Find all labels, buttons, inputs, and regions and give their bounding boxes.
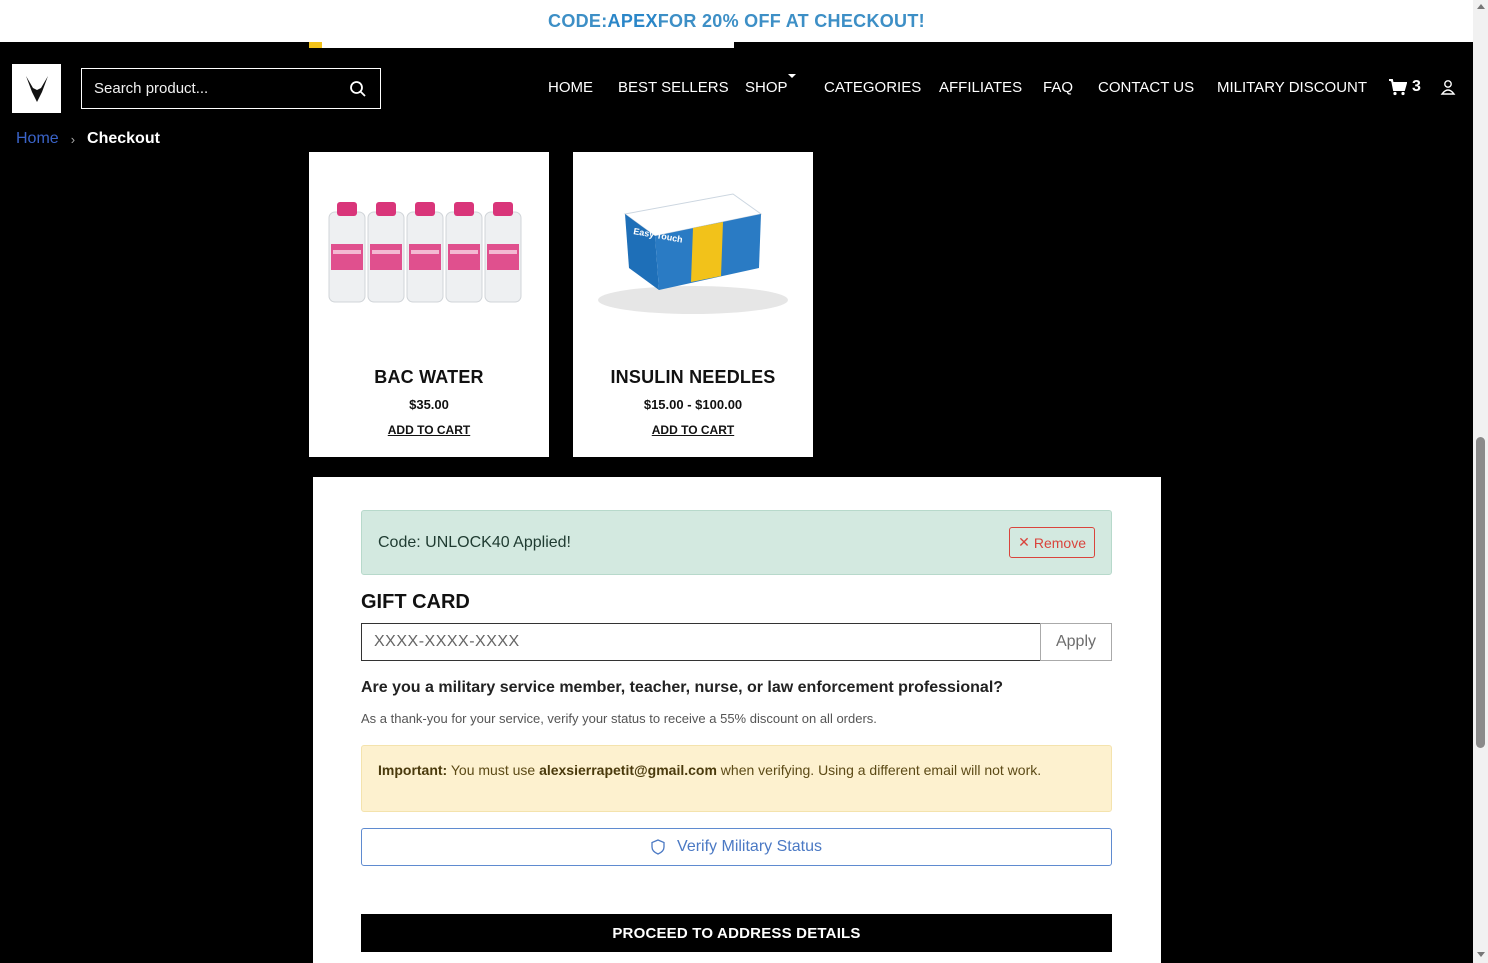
search-box[interactable]: Search product... — [81, 68, 381, 109]
page-scrollbar[interactable] — [1473, 0, 1488, 963]
gift-card-title: GIFT CARD — [361, 591, 470, 613]
remove-coupon-button[interactable]: ✕ Remove — [1009, 527, 1095, 558]
search-input[interactable]: Search product... — [94, 80, 348, 97]
gift-card-row: Apply — [361, 623, 1112, 661]
remove-label: Remove — [1033, 534, 1086, 551]
progress-accent — [309, 42, 322, 48]
product-name[interactable]: BAC WATER — [309, 367, 549, 388]
breadcrumb-home[interactable]: Home — [16, 130, 59, 148]
search-icon[interactable] — [348, 79, 368, 99]
add-to-cart-link[interactable]: ADD TO CART — [309, 423, 549, 437]
breadcrumb: Home › Checkout — [16, 130, 160, 148]
verify-military-button[interactable]: Verify Military Status — [361, 828, 1112, 866]
shop-dropdown-caret-icon[interactable] — [788, 74, 796, 78]
add-to-cart-link[interactable]: ADD TO CART — [573, 423, 813, 437]
shield-icon — [651, 839, 665, 855]
breadcrumb-current: Checkout — [87, 130, 160, 147]
military-description: As a thank-you for your service, verify … — [361, 711, 877, 726]
product-card-bac-water[interactable]: BAC WATER $35.00 ADD TO CART — [309, 152, 549, 457]
scrollbar-thumb[interactable] — [1476, 437, 1485, 748]
product-card-insulin-needles[interactable]: Easy Touch INSULIN NEEDLES $15.00 - $100… — [573, 152, 813, 457]
gift-card-input[interactable] — [361, 623, 1040, 661]
apply-gift-card-button[interactable]: Apply — [1040, 623, 1112, 661]
scroll-down-arrow-icon[interactable] — [1477, 952, 1485, 957]
announcement-progress-strip — [309, 42, 734, 48]
insulin-needles-box-image: Easy Touch — [598, 193, 788, 314]
important-notice: Important: You must use alexsierrapetit@… — [361, 745, 1112, 812]
horns-logo-icon — [25, 75, 48, 102]
close-icon: ✕ — [1018, 534, 1030, 550]
nav-affiliates[interactable]: AFFILIATES — [939, 79, 1022, 96]
notice-text-post: when verifying. Using a different email … — [716, 762, 1042, 778]
breadcrumb-separator: › — [70, 131, 76, 147]
nav-home[interactable]: HOME — [548, 79, 593, 96]
military-question: Are you a military service member, teach… — [361, 679, 1004, 696]
bac-water-vials-image — [328, 202, 522, 303]
nav-faq[interactable]: FAQ — [1043, 79, 1073, 96]
site-logo[interactable] — [12, 64, 61, 113]
notice-text-pre: You must use — [447, 762, 540, 778]
verify-label: Verify Military Status — [677, 838, 822, 855]
scroll-up-arrow-icon[interactable] — [1477, 4, 1485, 9]
notice-label: Important: — [378, 762, 448, 778]
nav-military-discount[interactable]: MILITARY DISCOUNT — [1217, 79, 1367, 96]
nav-contact-us[interactable]: CONTACT US — [1098, 79, 1194, 96]
product-price: $15.00 - $100.00 — [643, 397, 743, 412]
user-account-icon[interactable] — [1440, 79, 1456, 100]
nav-categories[interactable]: CATEGORIES — [824, 79, 921, 96]
announcement-suffix: FOR 20% OFF AT CHECKOUT! — [657, 10, 925, 31]
cart-count: 3 — [1412, 78, 1421, 95]
proceed-to-address-button[interactable]: PROCEED TO ADDRESS DETAILS — [361, 914, 1112, 952]
product-name[interactable]: INSULIN NEEDLES — [573, 367, 813, 388]
coupon-applied-alert: Code: UNLOCK40 Applied! ✕ Remove — [361, 510, 1112, 575]
announcement-bar: CODE: APEX FOR 20% OFF AT CHECKOUT! — [0, 0, 1473, 42]
notice-email: alexsierrapetit@gmail.com — [539, 762, 717, 778]
cart-icon — [1389, 78, 1407, 95]
announcement-code: APEX — [607, 10, 658, 31]
coupon-applied-text: Code: UNLOCK40 Applied! — [378, 533, 571, 551]
announcement-prefix: CODE: — [548, 10, 608, 31]
nav-best-sellers[interactable]: BEST SELLERS — [618, 79, 729, 96]
product-price: $35.00 — [409, 397, 449, 412]
cart-button[interactable]: 3 — [1389, 78, 1421, 96]
checkout-panel: Code: UNLOCK40 Applied! ✕ Remove GIFT CA… — [313, 477, 1161, 963]
nav-shop[interactable]: SHOP — [745, 79, 788, 96]
